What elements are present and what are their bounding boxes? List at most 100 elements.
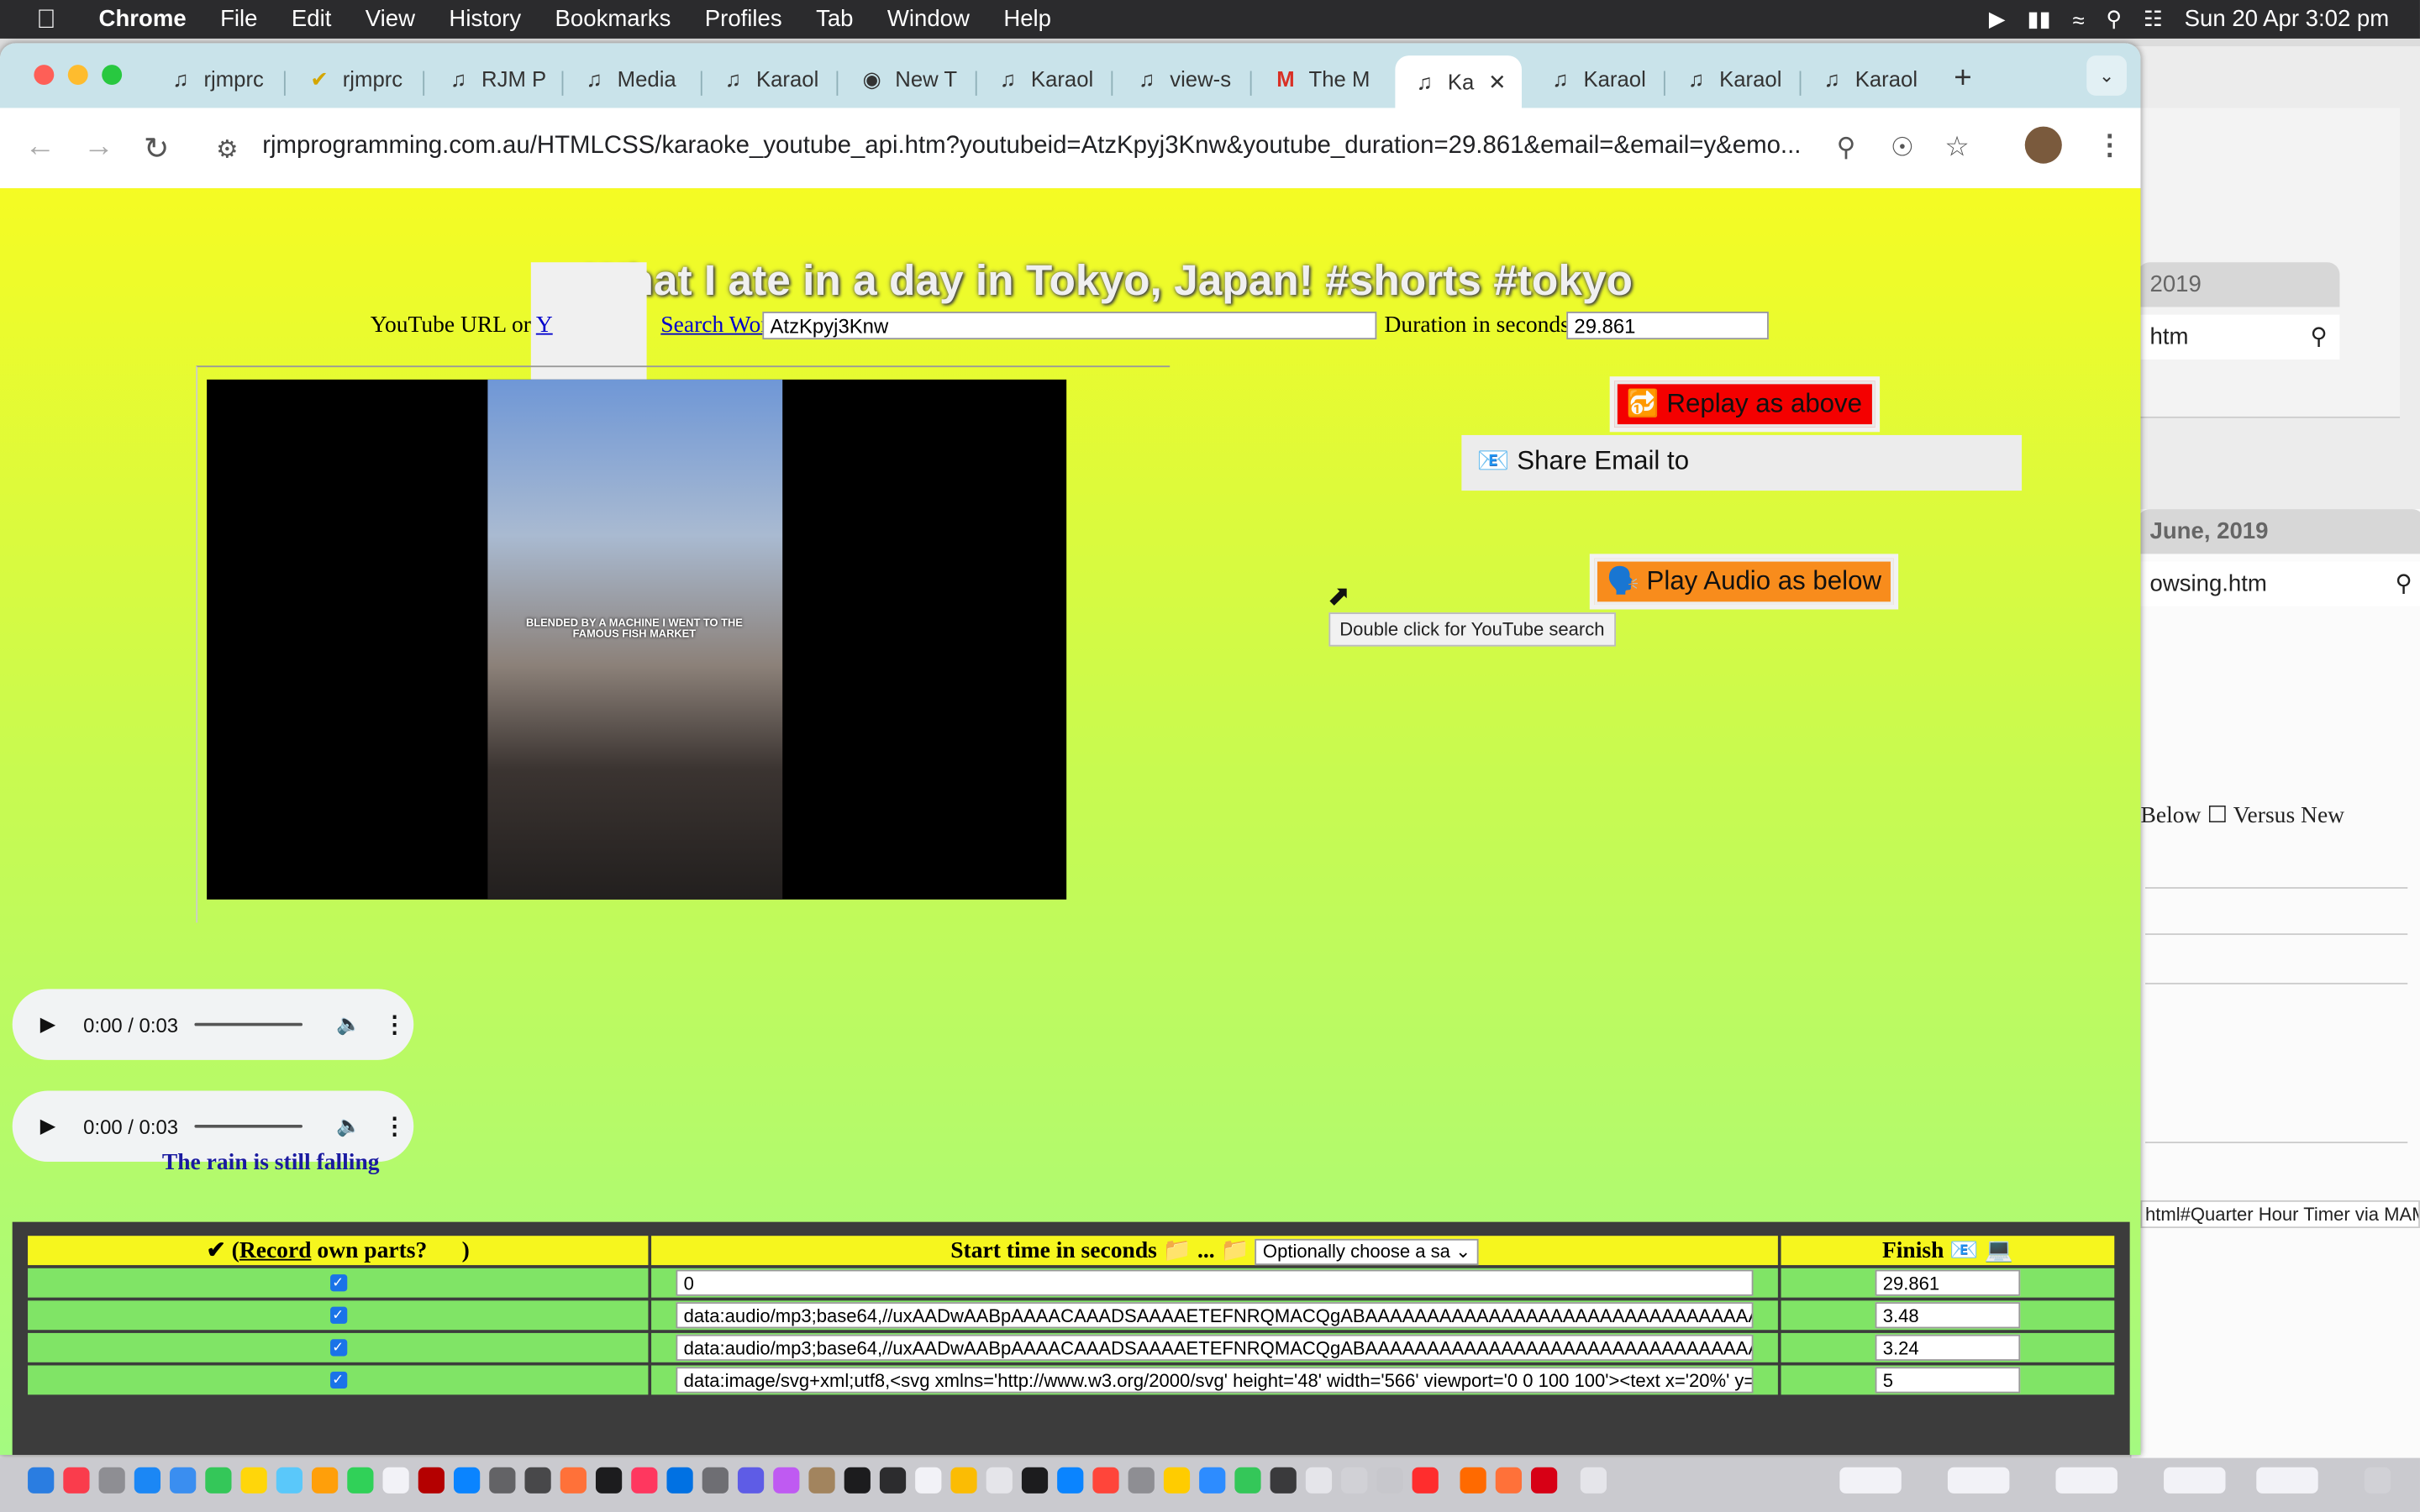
mail-icon[interactable] (170, 1467, 197, 1494)
start-input[interactable]: 0 (676, 1269, 1754, 1297)
bbedit-icon[interactable] (737, 1467, 765, 1494)
tab-9[interactable]: M The M (1271, 55, 1370, 102)
minimized-window[interactable] (2164, 1467, 2226, 1494)
back-icon[interactable]: ← (24, 129, 55, 165)
record-link[interactable]: Record (239, 1239, 312, 1263)
minimized-window[interactable] (1947, 1467, 2010, 1494)
tab-7[interactable]: ♫ Karaol (994, 55, 1094, 102)
notes-icon[interactable] (240, 1467, 267, 1494)
start-input[interactable]: data:audio/mp3;base64,//uxAADwAABpAAAACA… (676, 1334, 1754, 1362)
start-input[interactable]: data:image/svg+xml;utf8,<svg xmlns='http… (676, 1367, 1754, 1394)
email-icon[interactable]: 📧 (1949, 1239, 1978, 1263)
menubar-clock[interactable]: Sun 20 Apr 3:02 pm (2185, 6, 2390, 32)
calculator-icon[interactable] (489, 1467, 516, 1494)
minimized-window[interactable] (2055, 1467, 2118, 1494)
background-tab[interactable]: 2019 (2137, 262, 2340, 307)
tab-2[interactable]: ✔ rjmprc (306, 55, 402, 102)
address-bar[interactable]: rjmprogramming.com.au/HTMLCSS/karaoke_yo… (262, 133, 1821, 160)
close-window-button[interactable] (34, 65, 55, 86)
menu-window[interactable]: Window (887, 6, 970, 32)
code-icon[interactable] (1092, 1467, 1119, 1494)
zoom-icon[interactable]: ⚲ (2311, 323, 2328, 350)
background-address[interactable]: htm ⚲ (2137, 314, 2340, 360)
youtube-id-input[interactable]: AtzKpyj3Knw (762, 312, 1377, 340)
bookmark-star-icon[interactable]: ☆ (1944, 131, 1970, 164)
firefox-icon[interactable] (560, 1467, 587, 1494)
document-icon[interactable] (986, 1467, 1013, 1494)
menu-bookmarks[interactable]: Bookmarks (555, 6, 671, 32)
zoom-app-icon[interactable] (1199, 1467, 1226, 1494)
tab-12[interactable]: ♫ Karaol (1682, 55, 1782, 102)
podcasts-icon[interactable] (773, 1467, 800, 1494)
utility-icon[interactable] (524, 1467, 551, 1494)
row-checkbox[interactable]: ✓ (329, 1372, 347, 1389)
close-tab-icon[interactable]: ✕ (1488, 69, 1507, 95)
minimized-window[interactable] (2256, 1467, 2318, 1494)
tab-search-button[interactable]: ⌄ (2086, 55, 2127, 96)
tab-4[interactable]: ♫ Media (581, 55, 676, 102)
spotlight-search-icon[interactable]: ⚲ (2106, 6, 2122, 32)
archive-icon[interactable] (808, 1467, 835, 1494)
filezilla-icon[interactable] (418, 1467, 445, 1494)
menu-app-name[interactable]: Chrome (99, 6, 187, 32)
menu-edit[interactable]: Edit (292, 6, 331, 32)
zoom-icon[interactable]: ⚲ (1837, 133, 1856, 164)
background-address-2[interactable]: owsing.htm ⚲ (2137, 561, 2420, 606)
photos-icon[interactable] (312, 1467, 339, 1494)
row-checkbox[interactable]: ✓ (329, 1339, 347, 1357)
trash-icon[interactable] (2364, 1467, 2391, 1494)
textedit-icon[interactable] (382, 1467, 409, 1494)
chrome-icon[interactable] (950, 1467, 977, 1494)
start-input[interactable]: data:audio/mp3;base64,//uxAADwAABpAAAACA… (676, 1302, 1754, 1329)
downloads-icon[interactable] (1580, 1467, 1607, 1494)
duration-input[interactable]: 29.861 (1566, 312, 1769, 340)
music-icon[interactable] (63, 1467, 90, 1494)
facetime-icon[interactable] (347, 1467, 374, 1494)
acrobat-icon[interactable] (1531, 1467, 1558, 1494)
tab-11[interactable]: ♫ Karaol (1546, 55, 1646, 102)
tab-10-active[interactable]: ♫ Ka ✕ (1395, 55, 1522, 108)
opera-icon[interactable] (1412, 1467, 1439, 1494)
zoom-icon[interactable]: ⚲ (2396, 570, 2412, 597)
volume-icon[interactable]: 🔈 (336, 1012, 361, 1037)
gamecenter-icon[interactable] (1163, 1467, 1191, 1494)
utility-4-icon[interactable] (1376, 1467, 1403, 1494)
background-text-field[interactable]: html#Quarter Hour Timer via MAM (2140, 1200, 2420, 1229)
utility-3-icon[interactable] (1341, 1467, 1368, 1494)
media-play-icon[interactable]: ▶ (1989, 6, 2006, 32)
safari-icon[interactable] (134, 1467, 161, 1494)
battery-icon[interactable]: ▮▮ (2027, 6, 2050, 32)
youtube-link[interactable]: Y (536, 313, 553, 338)
folder-icon[interactable]: 📁 (1221, 1239, 1249, 1263)
elephant-icon[interactable] (1305, 1467, 1333, 1494)
site-info-icon[interactable]: ⚙ (216, 134, 238, 165)
tab-3[interactable]: ♫ RJM P (445, 55, 546, 102)
chess-icon[interactable] (1270, 1467, 1297, 1494)
books-icon[interactable] (1460, 1467, 1486, 1494)
finish-input[interactable]: 3.24 (1875, 1334, 2021, 1362)
minimize-window-button[interactable] (67, 65, 88, 86)
profile-avatar[interactable] (2024, 126, 2062, 164)
wifi-icon[interactable]: ≈ (2072, 7, 2084, 31)
utility-2-icon[interactable] (702, 1467, 729, 1494)
audio-player-1[interactable]: ▶ 0:00 / 0:03 🔈 ⋮ (12, 989, 414, 1060)
versus-checkbox[interactable]: ☐ (2207, 801, 2228, 830)
control-center-icon[interactable]: ☷ (2144, 6, 2163, 32)
tab-1[interactable]: ♫ rjmprc (166, 55, 264, 102)
system-app-icon[interactable] (666, 1467, 693, 1494)
tab-5[interactable]: ♫ Karaol (719, 55, 819, 102)
forward-icon[interactable]: → (83, 129, 114, 165)
terminal-icon[interactable] (844, 1467, 871, 1494)
tv-icon[interactable] (595, 1467, 623, 1494)
news-icon[interactable] (631, 1467, 658, 1494)
menu-file[interactable]: File (220, 6, 257, 32)
app-store-icon[interactable] (453, 1467, 481, 1494)
menu-profiles[interactable]: Profiles (705, 6, 782, 32)
finder-icon[interactable] (28, 1467, 55, 1494)
play-audio-button[interactable]: 🗣️ Play Audio as below (1594, 558, 1894, 605)
launchpad-icon[interactable] (98, 1467, 125, 1494)
replay-button[interactable]: 🔂 Replay as above (1614, 381, 1875, 428)
preview-icon[interactable] (276, 1467, 302, 1494)
eye-slash-icon[interactable]: ☉ (1891, 133, 1914, 164)
apple-menu-icon[interactable]:  (31, 4, 62, 35)
